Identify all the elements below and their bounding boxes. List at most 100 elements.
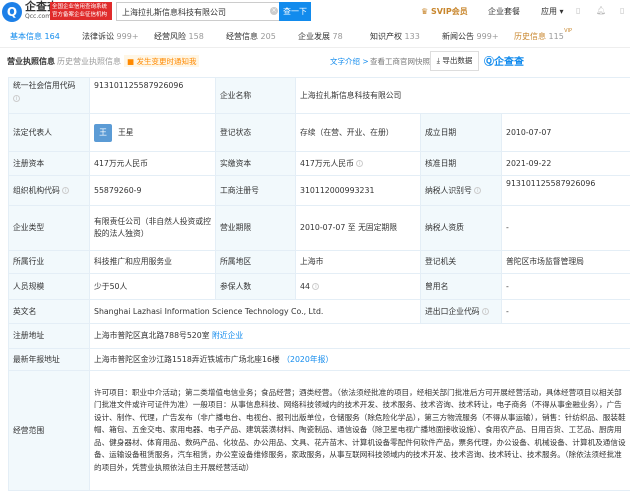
ie-code-value: - <box>502 300 630 324</box>
search-input[interactable]: 上海拉扎斯信息科技有限公司 <box>116 2 280 21</box>
annual-address-value: 上海市普陀区金沙江路1518弄近铁城市广场北座16楼 （2020年报） <box>90 349 630 371</box>
svip-link[interactable]: ♛ SVIP会员 <box>421 6 468 17</box>
logo-icon: Q <box>2 2 22 22</box>
name-value: 上海拉扎斯信息科技有限公司 <box>296 78 630 114</box>
tab-bar: 基本信息 164 法律诉讼 999+ 经营风险 158 经营信息 205 企业发… <box>0 26 630 48</box>
clear-icon[interactable]: × <box>270 7 278 15</box>
region-label: 所属地区 <box>216 251 296 274</box>
legal-rep-link[interactable]: 王星 <box>118 128 134 137</box>
type-label: 企业类型 <box>9 206 90 251</box>
snapshot-link[interactable]: 查看工商官网快照 <box>370 56 430 67</box>
svip-label: SVIP会员 <box>431 7 468 16</box>
apps-menu[interactable]: 应用 ▾ <box>541 6 564 17</box>
annual-report-link[interactable]: （2020年报） <box>282 355 333 364</box>
english-name-label: 英文名 <box>9 300 90 324</box>
tab-risk[interactable]: 经营风险 158 <box>150 26 216 47</box>
bell-icon[interactable]: 🔔︎ <box>596 6 606 15</box>
tab-news[interactable]: 新闻公告 999+ <box>438 26 504 47</box>
term-value: 2010-07-07 至 无固定期限 <box>296 206 421 251</box>
org-code-label: 组织机构代码 i <box>9 176 90 206</box>
info-icon[interactable]: i <box>474 187 481 194</box>
bell-icon: ■ <box>127 57 134 66</box>
scope-label: 经营范围 <box>9 371 90 491</box>
package-link[interactable]: 企业套餐 <box>488 6 520 17</box>
status-value: 存续（在营、开业、在册） <box>296 114 421 152</box>
tab-operations[interactable]: 经营信息 205 <box>222 26 288 47</box>
credit-code-label: 统一社会信用代码i <box>9 78 90 114</box>
scope-value: 许可项目：职业中介活动；第二类增值电信业务；食品经营；酒类经营。（依法须经批准的… <box>90 371 630 491</box>
table-row: 注册地址 上海市普陀区真北路788号520室 附近企业 <box>9 324 630 349</box>
table-row: 最新年报地址 上海市普陀区金沙江路1518弄近铁城市广场北座16楼 （2020年… <box>9 349 630 371</box>
paid-capital-label: 实缴资本 <box>216 152 296 176</box>
phone-icon[interactable]: ▯ <box>576 6 580 15</box>
tab-development[interactable]: 企业发展 78 <box>294 26 360 47</box>
business-info-table: 统一社会信用代码i 913101125587926096 企业名称 上海拉扎斯信… <box>8 77 630 491</box>
tax-qual-value: - <box>502 206 630 251</box>
table-row: 人员规模 少于50人 参保人数 44 i 曾用名 - <box>9 274 630 300</box>
address-value: 上海市普陀区真北路788号520室 附近企业 <box>90 324 630 349</box>
term-label: 营业期限 <box>216 206 296 251</box>
annual-address-label: 最新年报地址 <box>9 349 90 371</box>
industry-value: 科技推广和应用服务业 <box>90 251 216 274</box>
tab-legal[interactable]: 法律诉讼 999+ <box>78 26 144 47</box>
table-row: 经营范围 许可项目：职业中介活动；第二类增值电信业务；食品经营；酒类经营。（依法… <box>9 371 630 491</box>
info-icon[interactable]: i <box>13 95 20 102</box>
english-name-value: Shanghai Lazhasi Information Science Tec… <box>90 300 421 324</box>
vip-badge: VIP <box>564 20 572 42</box>
info-icon[interactable]: i <box>62 187 69 194</box>
crown-icon: ♛ <box>421 7 428 16</box>
badge-line-1: 全国企业信用查询系统 <box>52 3 110 11</box>
staff-value: 少于50人 <box>90 274 216 300</box>
export-button[interactable]: ⤓ 导出数据 <box>430 51 479 71</box>
org-code-value: 55879260-9 <box>90 176 216 206</box>
biz-reg-label: 工商注册号 <box>216 176 296 206</box>
download-icon: ⤓ <box>437 56 440 65</box>
legal-rep-value: 王王星 <box>90 114 216 152</box>
history-license-link[interactable]: 历史营业执照信息 1 <box>57 56 129 67</box>
industry-label: 所属行业 <box>9 251 90 274</box>
qcc-watermark-logo: Ⓠ企查查 <box>484 53 524 68</box>
credit-code-value: 913101125587926096 <box>90 78 216 114</box>
table-row: 统一社会信用代码i 913101125587926096 企业名称 上海拉扎斯信… <box>9 78 630 114</box>
tab-history[interactable]: 历史信息 115VIP <box>510 26 576 47</box>
tab-ip[interactable]: 知识产权 133 <box>366 26 432 47</box>
table-row: 法定代表人 王王星 登记状态 存续（在营、开业、在册） 成立日期 2010-07… <box>9 114 630 152</box>
approved-label: 核准日期 <box>421 152 502 176</box>
nearby-companies-link[interactable]: 附近企业 <box>212 331 243 340</box>
ie-code-label: 进出口企业代码 i <box>421 300 502 324</box>
user-icon[interactable]: ▯ <box>620 6 624 15</box>
table-row: 注册资本 417万元人民币 实缴资本 417万元人民币 i 核准日期 2021-… <box>9 152 630 176</box>
tax-qual-label: 纳税人资质 <box>421 206 502 251</box>
former-name-label: 曾用名 <box>421 274 502 300</box>
taxpayer-id-label: 纳税人识别号 i <box>421 176 502 206</box>
info-icon[interactable]: i <box>482 308 489 315</box>
info-icon[interactable]: i <box>312 283 319 290</box>
status-label: 登记状态 <box>216 114 296 152</box>
taxpayer-id-value: 913101125587926096 <box>502 176 630 206</box>
reg-capital-value: 417万元人民币 <box>90 152 216 176</box>
approved-value: 2021-09-22 <box>502 152 630 176</box>
staff-label: 人员规模 <box>9 274 90 300</box>
table-row: 组织机构代码 i 55879260-9 工商注册号 31011200099323… <box>9 176 630 206</box>
text-intro-link[interactable]: 文字介绍 > <box>330 56 369 67</box>
notify-button[interactable]: ■ 发生变更时通知我 <box>124 55 199 67</box>
table-row: 所属行业 科技推广和应用服务业 所属地区 上海市 登记机关 普陀区市场监督管理局 <box>9 251 630 274</box>
type-value: 有限责任公司（非自然人投资或控股的法人独资） <box>90 206 216 251</box>
certification-badge: 全国企业信用查询系统官方备案企业征信机构 <box>50 2 112 20</box>
founded-value: 2010-07-07 <box>502 114 630 152</box>
table-row: 企业类型 有限责任公司（非自然人投资或控股的法人独资） 营业期限 2010-07… <box>9 206 630 251</box>
authority-value: 普陀区市场监督管理局 <box>502 251 630 274</box>
badge-line-2: 官方备案企业征信机构 <box>52 11 110 19</box>
info-icon[interactable]: i <box>356 160 363 167</box>
biz-reg-value: 310112000993231 <box>296 176 421 206</box>
table-row: 英文名 Shanghai Lazhasi Information Science… <box>9 300 630 324</box>
former-name-value: - <box>502 274 630 300</box>
avatar: 王 <box>94 124 112 142</box>
section-title: 营业执照信息 <box>7 56 55 67</box>
tab-basic-info[interactable]: 基本信息 164 <box>6 26 72 47</box>
region-value: 上海市 <box>296 251 421 274</box>
search-button[interactable]: 查一下 <box>279 2 311 21</box>
apps-label: 应用 <box>541 7 557 16</box>
address-label: 注册地址 <box>9 324 90 349</box>
founded-label: 成立日期 <box>421 114 502 152</box>
